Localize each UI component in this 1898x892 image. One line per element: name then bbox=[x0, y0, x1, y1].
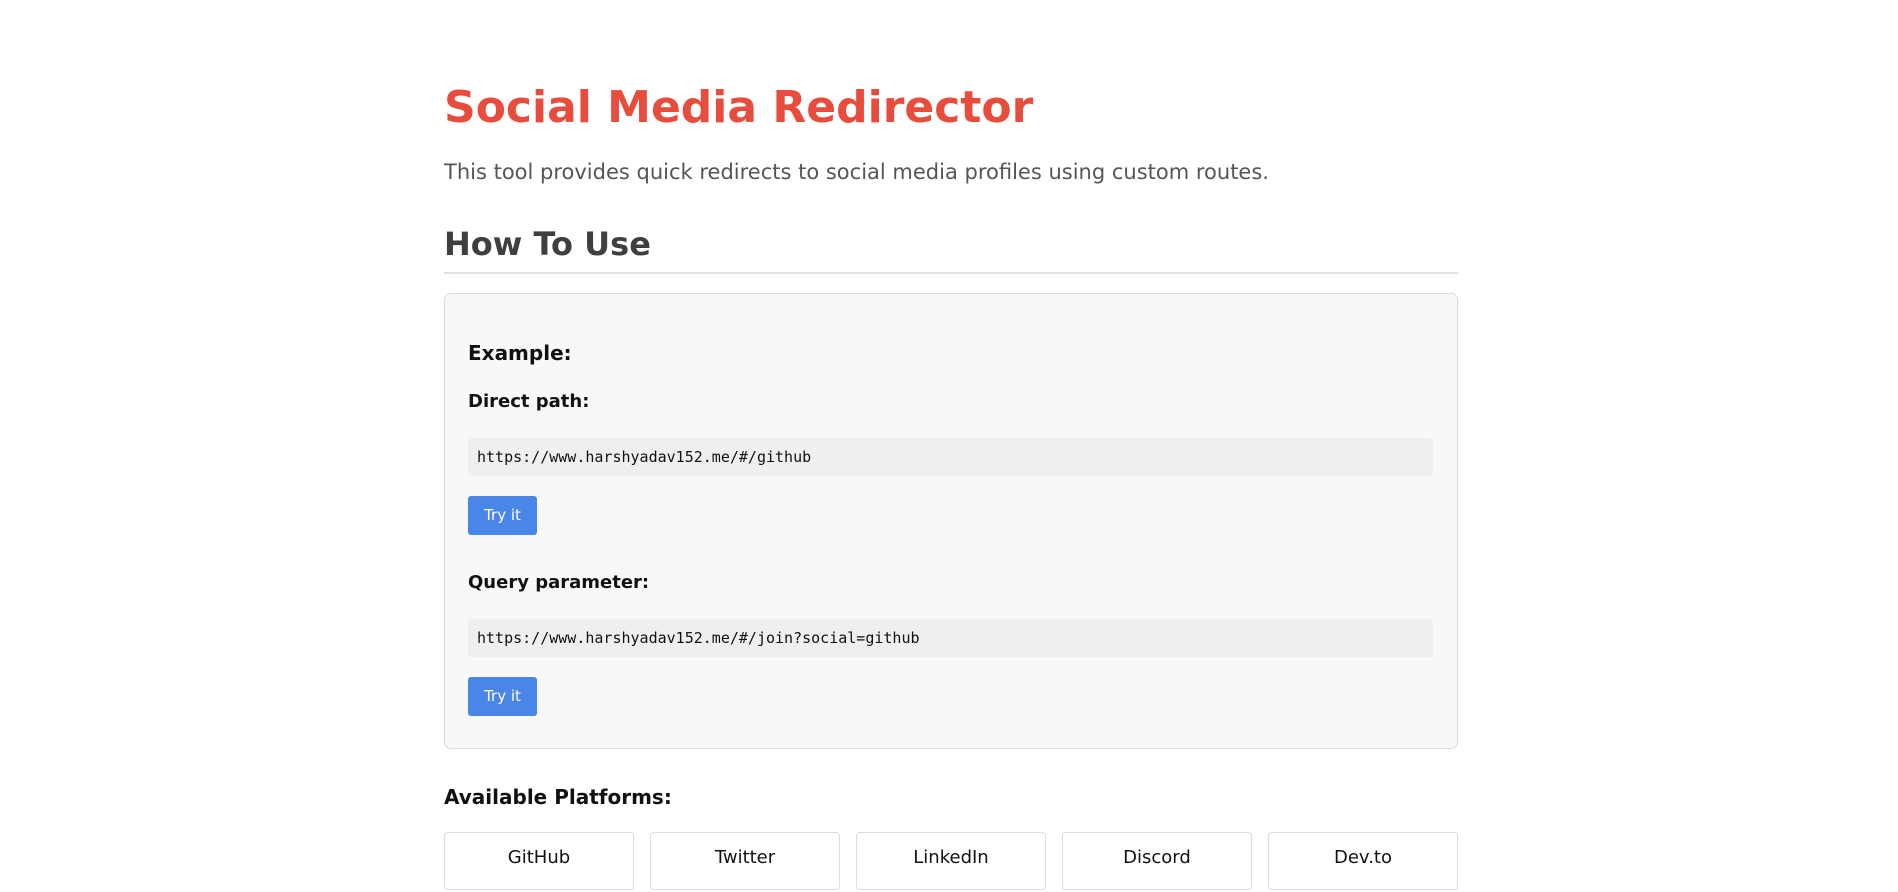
direct-path-label: Direct path: bbox=[468, 391, 590, 412]
how-to-use-heading: How To Use bbox=[444, 224, 1458, 274]
platform-card-devto[interactable]: Dev.to bbox=[1268, 832, 1458, 890]
query-parameter-label: Query parameter: bbox=[468, 572, 650, 593]
query-parameter-code: https://www.harshyadav152.me/#/join?soci… bbox=[468, 619, 1433, 657]
platform-card-twitter[interactable]: Twitter bbox=[650, 832, 840, 890]
example-heading: Example: bbox=[468, 341, 572, 365]
page-intro: This tool provides quick redirects to so… bbox=[444, 160, 1269, 184]
direct-path-code: https://www.harshyadav152.me/#/github bbox=[468, 438, 1433, 476]
available-platforms-heading: Available Platforms: bbox=[444, 785, 672, 809]
platform-card-discord[interactable]: Discord bbox=[1062, 832, 1252, 890]
try-direct-path-button[interactable]: Try it bbox=[468, 496, 537, 535]
platform-grid: GitHub Twitter LinkedIn Discord Dev.to bbox=[444, 832, 1458, 892]
page-title: Social Media Redirector bbox=[444, 82, 1034, 133]
platform-card-linkedin[interactable]: LinkedIn bbox=[856, 832, 1046, 890]
try-query-parameter-button[interactable]: Try it bbox=[468, 677, 537, 716]
platform-card-github[interactable]: GitHub bbox=[444, 832, 634, 890]
usage-example-box: Example: Direct path: https://www.harshy… bbox=[444, 293, 1458, 749]
